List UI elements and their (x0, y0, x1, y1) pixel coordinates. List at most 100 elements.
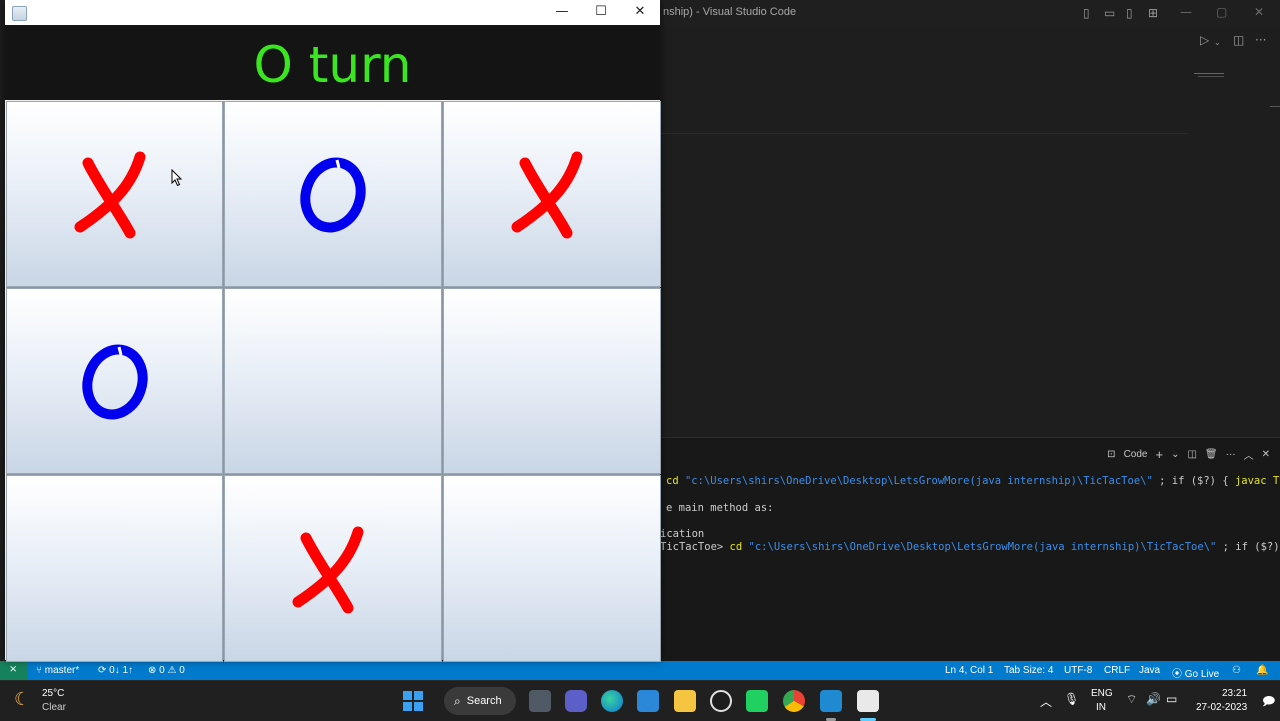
volume-icon[interactable]: 🔊 (1146, 692, 1161, 706)
edge-icon[interactable] (601, 690, 623, 712)
toggle-secondary-sidebar-icon[interactable]: ▯ (1126, 7, 1133, 19)
chrome-icon[interactable] (783, 690, 805, 712)
problems-status[interactable]: ⊗ 0 ⚠ 0 (148, 665, 185, 676)
file-explorer-icon[interactable] (674, 690, 696, 712)
game-maximize-button[interactable]: ☐ (591, 4, 611, 19)
clock-time[interactable]: 23:21 (1222, 688, 1247, 699)
board-cell-1-0[interactable]: O (6, 288, 223, 474)
customize-layout-icon[interactable]: ⊞ (1148, 7, 1158, 19)
vscode-minimize-button[interactable]: — (1180, 5, 1192, 19)
terminal-rest: ; if ($?) { (1222, 541, 1280, 553)
pycharm-icon[interactable] (746, 690, 768, 712)
o-mark-icon (81, 344, 148, 420)
board-cell-2-2[interactable] (443, 475, 661, 662)
new-terminal-icon[interactable]: + (1155, 447, 1163, 462)
dell-icon[interactable] (710, 690, 732, 712)
toggle-primary-sidebar-icon[interactable]: ▯ (1083, 7, 1090, 19)
clock-date[interactable]: 27-02-2023 (1196, 702, 1247, 713)
more-icon[interactable]: ··· (1226, 449, 1236, 460)
microphone-icon[interactable]: 🎙 (1064, 692, 1079, 706)
cell-mark: X (225, 476, 226, 477)
vscode-maximize-button[interactable]: ▢ (1216, 5, 1227, 19)
eol[interactable]: CRLF (1104, 665, 1130, 676)
run-icon[interactable]: ▷ (1200, 34, 1209, 46)
weather-desc: Clear (42, 702, 66, 713)
taskbar-search[interactable]: ⌕ Search (444, 687, 516, 715)
terminal-prompt: TicTacToe> (660, 541, 730, 553)
board-cell-0-1[interactable]: O (224, 101, 442, 287)
editor-scrollbar[interactable] (1270, 106, 1280, 107)
vscode-close-button[interactable]: ✕ (1254, 5, 1264, 19)
search-label: Search (466, 695, 502, 707)
windows-taskbar: ☾ 25°C Clear ⌕ Search ︿ 🎙 ENG IN ⌔ 🔊 ▭ 2… (0, 680, 1280, 721)
cell-mark: O (7, 289, 8, 290)
terminal-line: e main method as: (666, 502, 774, 514)
board-cell-1-2[interactable] (443, 288, 661, 474)
split-editor-icon[interactable]: ◫ (1233, 34, 1244, 46)
language-top[interactable]: ENG (1091, 688, 1113, 699)
board-cell-1-1[interactable] (224, 288, 442, 474)
java-taskbar-icon[interactable] (857, 690, 879, 712)
terminal-cmd: cd (729, 541, 743, 553)
encoding[interactable]: UTF-8 (1064, 665, 1092, 676)
language-bottom[interactable]: IN (1096, 702, 1106, 713)
cell-mark: X (7, 102, 8, 103)
branch-status[interactable]: ⑂ master* (36, 665, 79, 676)
terminal-path: "c:\Users\shirs\OneDrive\Desktop\LetsGro… (684, 475, 1153, 487)
go-live-button[interactable]: ⦿ Go Live (1172, 665, 1219, 680)
status-bar: ⨯ ⑂ master* ⟳ 0↓ 1↑ ⊗ 0 ⚠ 0 Ln 4, Col 1 … (0, 661, 1280, 680)
sync-status[interactable]: ⟳ 0↓ 1↑ (98, 665, 133, 676)
chevron-down-icon[interactable]: ⌄ (1171, 449, 1179, 460)
board-cell-0-2[interactable]: X (443, 101, 661, 287)
game-board: X O X O X (6, 101, 661, 662)
terminal-icon: ⊡ (1107, 448, 1116, 460)
branch-label: master* (44, 665, 80, 676)
chevron-up-icon[interactable]: ︿ (1040, 693, 1052, 710)
cell-mark: X (444, 102, 445, 103)
board-cell-2-1[interactable]: X (224, 475, 442, 662)
game-minimize-button[interactable]: — (552, 4, 572, 19)
board-cell-2-0[interactable] (6, 475, 223, 662)
terminal-profile-label[interactable]: Code (1124, 449, 1148, 460)
minimap[interactable] (1194, 73, 1224, 74)
task-view-icon[interactable] (529, 690, 551, 712)
cell-mark (444, 476, 445, 477)
start-button[interactable] (403, 691, 423, 711)
more-actions-icon[interactable]: ··· (1255, 34, 1266, 46)
teams-chat-icon[interactable] (565, 690, 587, 712)
x-mark-icon (511, 151, 583, 239)
close-panel-icon[interactable]: ✕ (1262, 449, 1270, 460)
minimap-line (1198, 76, 1224, 77)
java-app-icon (12, 6, 27, 21)
battery-icon[interactable]: ▭ (1166, 692, 1177, 706)
vscode-title: nship) - Visual Studio Code (663, 6, 797, 18)
cursor-position[interactable]: Ln 4, Col 1 (945, 665, 993, 676)
trash-icon[interactable]: 🗑 (1205, 449, 1218, 460)
board-cell-0-0[interactable]: X (6, 101, 223, 287)
toggle-panel-icon[interactable]: ▭ (1104, 7, 1115, 19)
notification-icon[interactable]: 🗩 (1262, 692, 1275, 713)
language-mode[interactable]: Java (1139, 665, 1160, 676)
game-close-button[interactable]: ✕ (630, 4, 650, 19)
store-icon[interactable] (637, 690, 659, 712)
go-live-label: Go Live (1184, 669, 1220, 680)
terminal-line: TicTacToe> cd "c:\Users\shirs\OneDrive\D… (660, 541, 1280, 553)
turn-panel: O turn (5, 25, 660, 100)
terminal-line: ication (660, 528, 705, 540)
moon-icon: ☾ (14, 689, 31, 709)
run-dropdown-icon[interactable]: ⌄ (1214, 37, 1221, 49)
o-mark-icon (300, 157, 366, 233)
mouse-cursor-icon (171, 169, 183, 187)
terminal-panel[interactable]: ⊡ Code + ⌄ ◫ 🗑 ··· ︿ ✕ cd "c:\Users\shir… (660, 437, 1280, 662)
bell-icon[interactable]: 🔔 (1256, 665, 1268, 676)
remote-button[interactable]: ⨯ (0, 661, 28, 680)
feedback-icon[interactable]: ⚇ (1232, 665, 1241, 676)
tab-size[interactable]: Tab Size: 4 (1004, 665, 1053, 676)
terminal-toolbar: ⊡ Code + ⌄ ◫ 🗑 ··· ︿ ✕ (1107, 446, 1270, 462)
wifi-icon[interactable]: ⌔ (1126, 692, 1137, 707)
split-terminal-icon[interactable]: ◫ (1187, 449, 1196, 460)
weather-widget[interactable]: ☾ 25°C Clear (14, 686, 104, 716)
maximize-panel-icon[interactable]: ︿ (1244, 447, 1254, 462)
vscode-taskbar-icon[interactable] (820, 690, 842, 712)
terminal-cmd: cd (666, 475, 679, 487)
